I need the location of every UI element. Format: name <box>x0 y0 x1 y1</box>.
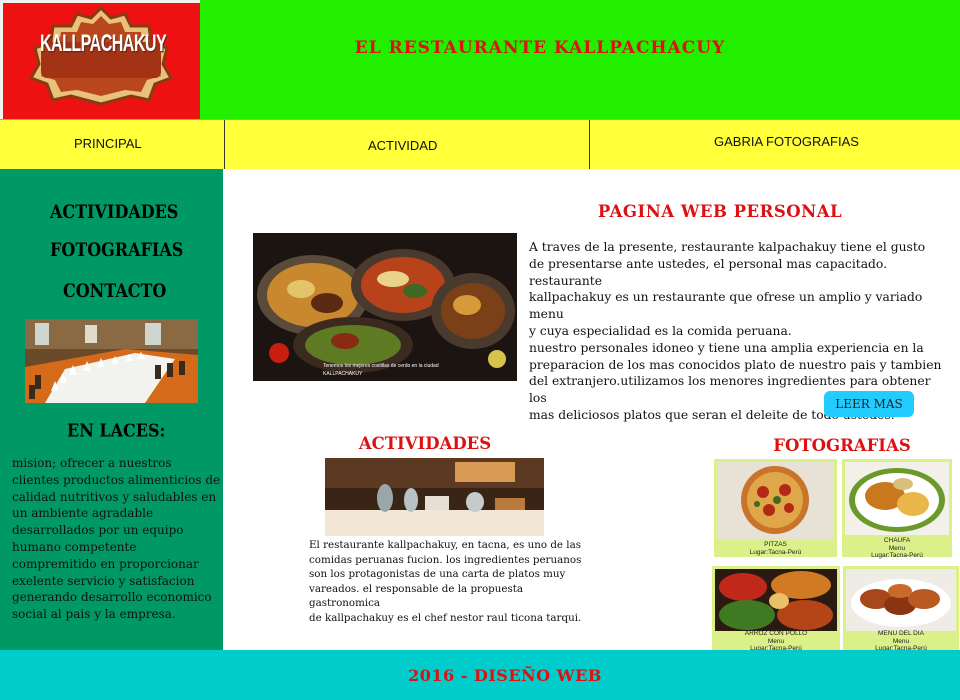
photo-card-title: MENU DEL DIA <box>878 630 924 637</box>
photo-card-pitzas[interactable]: PITZAS Lugar:Tacna-Perú <box>714 459 837 557</box>
actividades-line: comidas peruanas fucion. los ingrediente… <box>309 553 582 566</box>
photo-card-caption: CHAUFA Menu Lugar:Tacna-Perú <box>842 537 952 560</box>
header-band <box>200 0 960 119</box>
photo-card-title: ARROZ CON POLLO <box>744 630 808 637</box>
intro-line: A traves de la presente, restaurante kal… <box>529 240 926 254</box>
nav-item-label: ACTIVIDAD <box>368 138 438 153</box>
leer-mas-button[interactable]: LEER MAS <box>824 391 914 417</box>
mision-text: mision; ofrecer a nuestros clientes prod… <box>12 456 221 622</box>
actividades-line: son los protagonistas de una carta de pl… <box>309 568 566 580</box>
intro-line: de presentarse ante ustedes, el personal… <box>529 256 887 288</box>
sidebar-link-actividades[interactable]: ACTIVIDADES <box>50 201 178 223</box>
footer: 2016 - DISEÑO WEB <box>0 650 960 700</box>
actividades-text: El restaurante kallpachakuy, en tacna, e… <box>309 538 594 625</box>
main-heading: PAGINA WEB PERSONAL <box>597 202 843 221</box>
photo-caption: Tenemos los mejores costillas de cerdo e… <box>323 363 439 369</box>
photo-card-menu-del-dia[interactable]: MENU DEL DIA Menu Lugar:Tacna-Perú <box>843 566 959 652</box>
footer-text: 2016 - DISEÑO WEB <box>408 666 602 685</box>
menu-del-dia-image <box>846 569 956 631</box>
featured-dishes-image: Tenemos los mejores costillas de cerdo e… <box>253 233 517 381</box>
photo-card-caption: PITZAS Lugar:Tacna-Perú <box>714 541 837 556</box>
photo-card-arroz-con-pollo[interactable]: ARROZ CON POLLO Menu Lugar:Tacna-Perú <box>712 566 840 652</box>
photo-caption-brand: KALLPACHAKUY <box>323 371 363 377</box>
page-title: EL RESTAURANTE KALLPACHACUY <box>354 38 726 58</box>
actividades-heading: ACTIVIDADES <box>358 434 492 453</box>
arroz-con-pollo-image <box>715 569 837 631</box>
photo-card-chaufa[interactable]: CHAUFA Menu Lugar:Tacna-Perú <box>842 459 952 560</box>
photo-card-place: Lugar:Tacna-Perú <box>871 552 923 559</box>
chaufa-image <box>845 462 949 535</box>
sidebar-link-fotografias[interactable]: FOTOGRAFIAS <box>50 239 183 261</box>
photo-card-title: PITZAS <box>764 541 787 548</box>
photo-card-sub: Menu <box>767 637 785 645</box>
pizza-image <box>717 462 834 539</box>
intro-line: preparacion de los mas conocidos plato d… <box>529 357 942 372</box>
dining-room-image <box>25 319 198 403</box>
logo-text: KALLPACHAKUY <box>40 31 167 58</box>
nav-item-actividad[interactable]: ACTIVIDAD <box>224 120 590 169</box>
featured-dishes-illustration <box>253 233 517 381</box>
sidebar-link-contacto[interactable]: CONTACTO <box>63 280 166 302</box>
main-nav: PRINCIPAL ACTIVIDAD GABRIA FOTOGRAFIAS <box>0 119 960 169</box>
restaurant-table-image <box>325 458 544 536</box>
actividades-line: de kallpachakuy es el chef nestor raul t… <box>309 611 582 624</box>
nav-item-label: GABRIA FOTOGRAFIAS <box>714 134 859 149</box>
fotografias-heading: FOTOGRAFIAS <box>773 436 911 455</box>
intro-line: kallpachakuy es un restaurante que ofres… <box>529 290 923 322</box>
nav-item-label: PRINCIPAL <box>74 136 142 151</box>
enlaces-heading: EN LACES: <box>67 420 166 441</box>
photo-card-title: CHAUFA <box>883 537 911 544</box>
logo-container: KALLPACHAKUY <box>0 0 200 119</box>
photo-card-sub: Menu <box>888 544 906 552</box>
intro-line: nuestro personales idoneo y tiene una am… <box>529 340 924 355</box>
sidebar: ACTIVIDADES FOTOGRAFIAS CONTACTO EN LACE… <box>0 169 223 650</box>
nav-item-gabria-fotografias[interactable]: GABRIA FOTOGRAFIAS <box>589 120 960 169</box>
photo-card-place: Lugar:Tacna-Perú <box>749 548 802 556</box>
nav-item-principal[interactable]: PRINCIPAL <box>0 120 224 169</box>
intro-line: y cuya especialidad es la comida peruana… <box>529 323 792 338</box>
photo-card-sub: Menu <box>892 637 910 645</box>
actividades-line: El restaurante kallpachakuy, en tacna, e… <box>309 539 582 551</box>
actividades-line: vareados. el responsable de la propuesta… <box>309 582 524 610</box>
